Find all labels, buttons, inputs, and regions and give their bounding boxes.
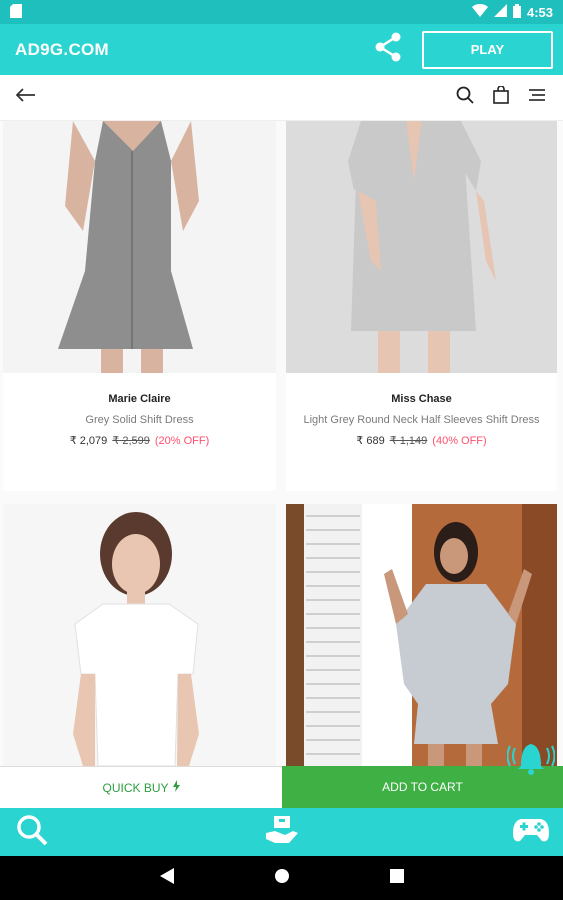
recents-square-icon[interactable]	[389, 868, 404, 888]
status-bar: 4:53	[0, 0, 563, 24]
product-discount: (20% OFF)	[154, 435, 210, 447]
notification-bell-button[interactable]	[506, 736, 556, 781]
bell-icon	[506, 736, 556, 781]
price-row: ₹ 689 ₹ 1,149 (40% OFF)	[286, 434, 557, 447]
product-discount: (40% OFF)	[432, 435, 487, 447]
status-time: 4:53	[526, 4, 553, 20]
product-price: ₹ 2,079	[69, 435, 108, 447]
product-name: Grey Solid Shift Dress	[85, 414, 194, 426]
bag-icon	[493, 85, 509, 109]
product-image	[3, 121, 276, 373]
status-icons: 4:53	[471, 3, 553, 21]
nav-games-button[interactable]	[511, 812, 551, 852]
back-triangle-icon[interactable]	[159, 867, 174, 889]
lightning-icon	[172, 780, 180, 795]
menu-icon	[529, 88, 545, 107]
product-info: Miss Chase Light Grey Round Neck Half Sl…	[286, 393, 557, 447]
app-title: AD9G.COM	[15, 39, 110, 59]
product-info: Marie Claire Grey Solid Shift Dress ₹ 2,…	[3, 393, 276, 447]
product-card[interactable]: Marie Claire Grey Solid Shift Dress ₹ 2,…	[3, 121, 276, 491]
bag-button[interactable]	[483, 80, 519, 116]
product-brand: Marie Claire	[108, 393, 171, 405]
product-card[interactable]	[3, 504, 276, 766]
nav-deals-button[interactable]	[262, 812, 302, 852]
back-arrow-icon	[15, 88, 36, 107]
search-icon	[456, 86, 474, 109]
wifi-icon	[471, 4, 488, 20]
quick-buy-button[interactable]: QUICK BUY	[0, 766, 282, 808]
nav-search-button[interactable]	[12, 812, 52, 852]
bottom-nav	[0, 808, 563, 856]
menu-button[interactable]	[519, 80, 555, 116]
deals-icon	[265, 813, 299, 852]
product-card[interactable]: Miss Chase Light Grey Round Neck Half Sl…	[286, 121, 557, 491]
product-image	[3, 504, 276, 766]
app-bar: AD9G.COM PLAY	[0, 24, 563, 75]
product-grid: Marie Claire Grey Solid Shift Dress ₹ 2,…	[0, 121, 563, 766]
product-mrp: ₹ 1,149	[389, 435, 428, 447]
home-circle-icon[interactable]	[274, 868, 290, 889]
back-button[interactable]	[8, 80, 44, 116]
product-price: ₹ 689	[356, 435, 385, 447]
share-icon	[374, 32, 402, 67]
price-row: ₹ 2,079 ₹ 2,599 (20% OFF)	[3, 434, 276, 447]
quick-buy-label: QUICK BUY	[102, 780, 169, 795]
search-icon	[16, 814, 48, 851]
share-button[interactable]	[368, 30, 408, 70]
gamepad-icon	[513, 817, 549, 848]
signal-icon	[493, 4, 507, 20]
product-toolbar	[0, 75, 563, 121]
play-button[interactable]: PLAY	[422, 30, 553, 69]
product-card[interactable]	[286, 504, 557, 766]
action-bar: QUICK BUY ADD TO CART	[0, 766, 563, 808]
system-nav-bar	[0, 856, 563, 900]
product-image	[286, 504, 557, 766]
search-button[interactable]	[447, 80, 483, 116]
battery-icon	[512, 3, 521, 21]
product-name: Light Grey Round Neck Half Sleeves Shift…	[303, 414, 540, 426]
sd-card-icon	[10, 3, 22, 21]
product-image	[286, 121, 557, 373]
product-mrp: ₹ 2,599	[112, 435, 150, 447]
product-brand: Miss Chase	[391, 393, 452, 405]
